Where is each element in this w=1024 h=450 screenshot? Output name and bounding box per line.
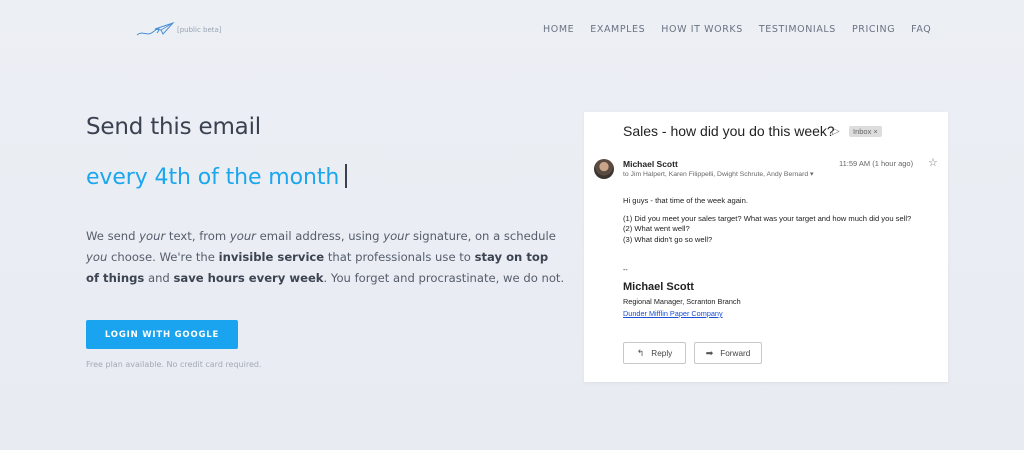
email-time: 11:59 AM (1 hour ago) (839, 159, 914, 168)
site-logo[interactable]: [public beta] (135, 20, 222, 40)
email-line: (2) What went well? (623, 224, 690, 233)
star-icon: ☆ (928, 157, 938, 169)
email-subject: Sales - how did you do this week? (623, 123, 835, 139)
nav-pricing[interactable]: PRICING (852, 24, 895, 35)
forward-button: ➡ Forward (694, 342, 762, 364)
desc-line-3: of things and save hours every week. You… (86, 268, 564, 289)
desc-text: that professionals use to (324, 250, 475, 264)
hero-description: We send your text, from your email addre… (86, 226, 564, 289)
signature-company-link: Dunder Mifflin Paper Company (623, 309, 723, 318)
reply-arrow-icon: ↰ (636, 347, 645, 358)
email-recipients: to Jim Halpert, Karen Filippelli, Dwight… (623, 171, 814, 178)
label-arrow-icon: ▷ (832, 126, 840, 137)
nav-faq[interactable]: FAQ (911, 24, 931, 35)
signature-title: Regional Manager, Scranton Branch (623, 297, 741, 306)
email-greeting: Hi guys - that time of the week again. (623, 196, 748, 205)
nav-testimonials[interactable]: TESTIMONIALS (759, 24, 836, 35)
desc-emphasis: your (229, 229, 256, 243)
desc-text: text, from (165, 229, 230, 243)
reply-label: Reply (651, 348, 673, 358)
desc-text: . You forget and procrastinate, we do no… (323, 271, 565, 285)
forward-arrow-icon: ➡ (705, 347, 714, 358)
email-sender: Michael Scott (623, 159, 678, 169)
desc-text: and (144, 271, 174, 285)
desc-text: email address, using (255, 229, 384, 243)
main-nav: HOME EXAMPLES HOW IT WORKS TESTIMONIALS … (543, 24, 947, 35)
desc-bold: stay on top (474, 250, 549, 264)
nav-home[interactable]: HOME (543, 24, 574, 35)
avatar (594, 159, 614, 179)
email-preview-card: Sales - how did you do this week? ▷ Inbo… (584, 112, 948, 382)
desc-bold: invisible service (218, 250, 325, 264)
forward-label: Forward (720, 348, 751, 358)
email-line: (1) Did you meet your sales target? What… (623, 213, 912, 223)
nav-how-it-works[interactable]: HOW IT WORKS (661, 24, 743, 35)
beta-tag: [public beta] (177, 26, 222, 34)
desc-emphasis: your (383, 229, 410, 243)
desc-line-1: We send your text, from your email addre… (86, 226, 556, 247)
desc-text: signature, on a schedule (409, 229, 556, 243)
typing-cursor (345, 164, 348, 188)
inbox-label-chip: Inbox × (849, 126, 882, 137)
desc-emphasis: you (86, 250, 108, 264)
desc-emphasis: your (139, 229, 166, 243)
email-body: Hi guys - that time of the week again. (… (623, 196, 911, 245)
desc-line-2: you choose. We're the invisible service … (86, 247, 548, 268)
desc-text: We send (86, 229, 140, 243)
signature-name: Michael Scott (623, 281, 694, 293)
login-with-google-button[interactable]: LOGIN WITH GOOGLE (86, 320, 238, 349)
desc-bold: save hours every week (173, 271, 324, 285)
reply-button: ↰ Reply (623, 342, 686, 364)
signature-separator: -- (623, 267, 628, 274)
email-line: (3) What didn't go so well? (623, 234, 713, 244)
nav-examples[interactable]: EXAMPLES (590, 24, 645, 35)
rotating-text-value: every 4th of the month (86, 165, 340, 190)
paper-plane-logo-icon (136, 21, 175, 36)
desc-text: choose. We're the (107, 250, 219, 264)
hero-rotating-text: every 4th of the month (86, 164, 348, 190)
free-plan-note: Free plan available. No credit card requ… (86, 360, 262, 369)
hero-headline: Send this email (86, 114, 261, 140)
desc-bold: of things (86, 271, 145, 285)
